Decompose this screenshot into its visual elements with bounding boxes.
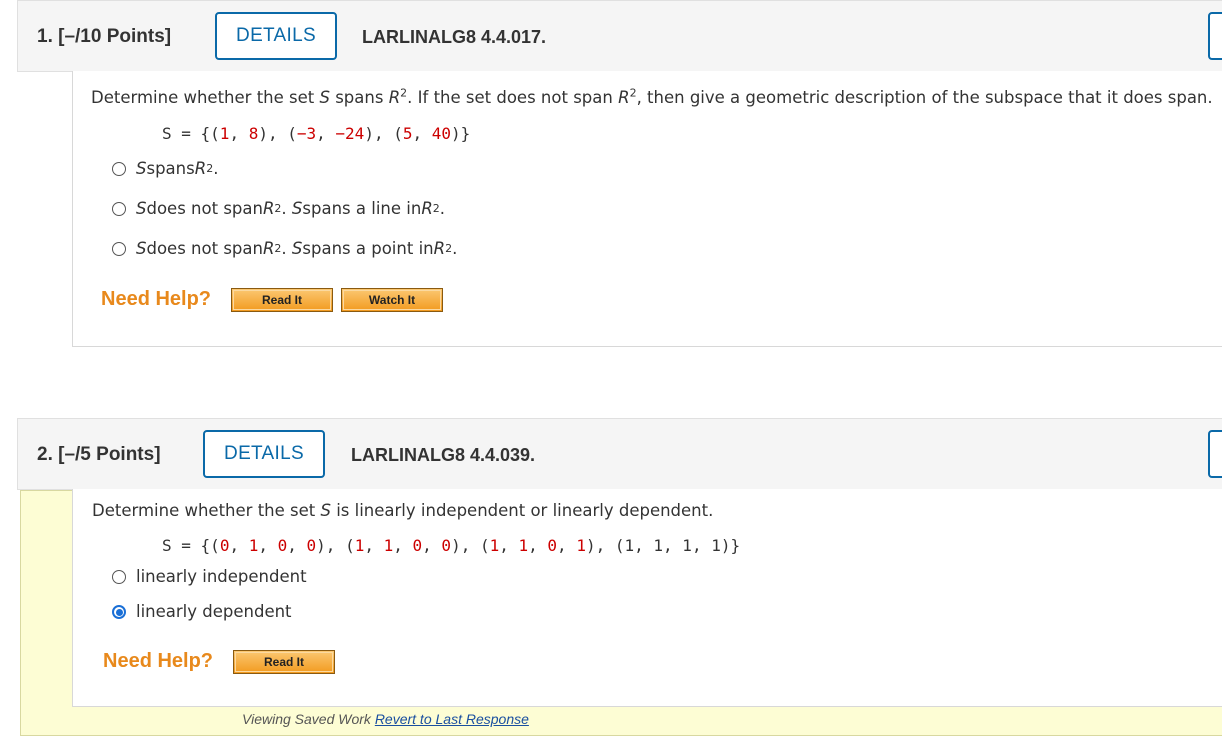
question-2-need-help: Need Help? — [103, 650, 214, 672]
question-2-points: 2. [–/5 Points] — [37, 444, 161, 465]
question-2-option-1[interactable]: linearly independent — [112, 567, 307, 586]
radio-button-selected[interactable] — [112, 604, 126, 619]
question-2-code: LARLINALG8 4.4.039. — [351, 445, 536, 465]
question-1-read-it-button[interactable]: Read It — [231, 288, 333, 312]
question-2-option-2[interactable]: linearly dependent — [112, 602, 292, 621]
saved-work-status: Viewing Saved Work Revert to Last Respon… — [242, 711, 529, 727]
question-1-points: 1. [–/10 Points] — [37, 26, 172, 47]
question-1-option-3[interactable]: S does not span R2. S spans a point in R… — [112, 239, 457, 258]
radio-button[interactable] — [112, 201, 126, 216]
question-1-set: S = {(1, 8), (−3, −24), (5, 40)} — [162, 124, 471, 143]
question-1-prompt: Determine whether the set S spans R2. If… — [91, 86, 1213, 108]
question-1-need-help: Need Help? — [101, 288, 212, 310]
question-1-details-button[interactable]: DETAILS — [215, 12, 337, 60]
question-1-side-button[interactable] — [1208, 12, 1222, 60]
radio-button[interactable] — [112, 241, 126, 256]
question-2-details-button[interactable]: DETAILS — [203, 430, 325, 478]
revert-link[interactable]: Revert to Last Response — [375, 711, 529, 727]
question-2-header: 2. [–/5 Points] DETAILS LARLINALG8 4.4.0… — [17, 418, 1222, 490]
question-1-code: LARLINALG8 4.4.017. — [362, 27, 547, 47]
question-1-option-1[interactable]: S spans R2. — [112, 159, 218, 178]
radio-button[interactable] — [112, 161, 126, 176]
question-2-prompt: Determine whether the set S is linearly … — [92, 501, 714, 520]
question-2-side-button[interactable] — [1208, 430, 1222, 478]
radio-button[interactable] — [112, 569, 126, 584]
question-1-option-2[interactable]: S does not span R2. S spans a line in R2… — [112, 199, 445, 218]
question-2-body — [72, 489, 1222, 707]
question-1-header: 1. [–/10 Points] DETAILS LARLINALG8 4.4.… — [17, 0, 1222, 72]
question-2-set: S = {(0, 1, 0, 0), (1, 1, 0, 0), (1, 1, … — [162, 536, 741, 555]
question-2-read-it-button[interactable]: Read It — [233, 650, 335, 674]
question-1-watch-it-button[interactable]: Watch It — [341, 288, 443, 312]
